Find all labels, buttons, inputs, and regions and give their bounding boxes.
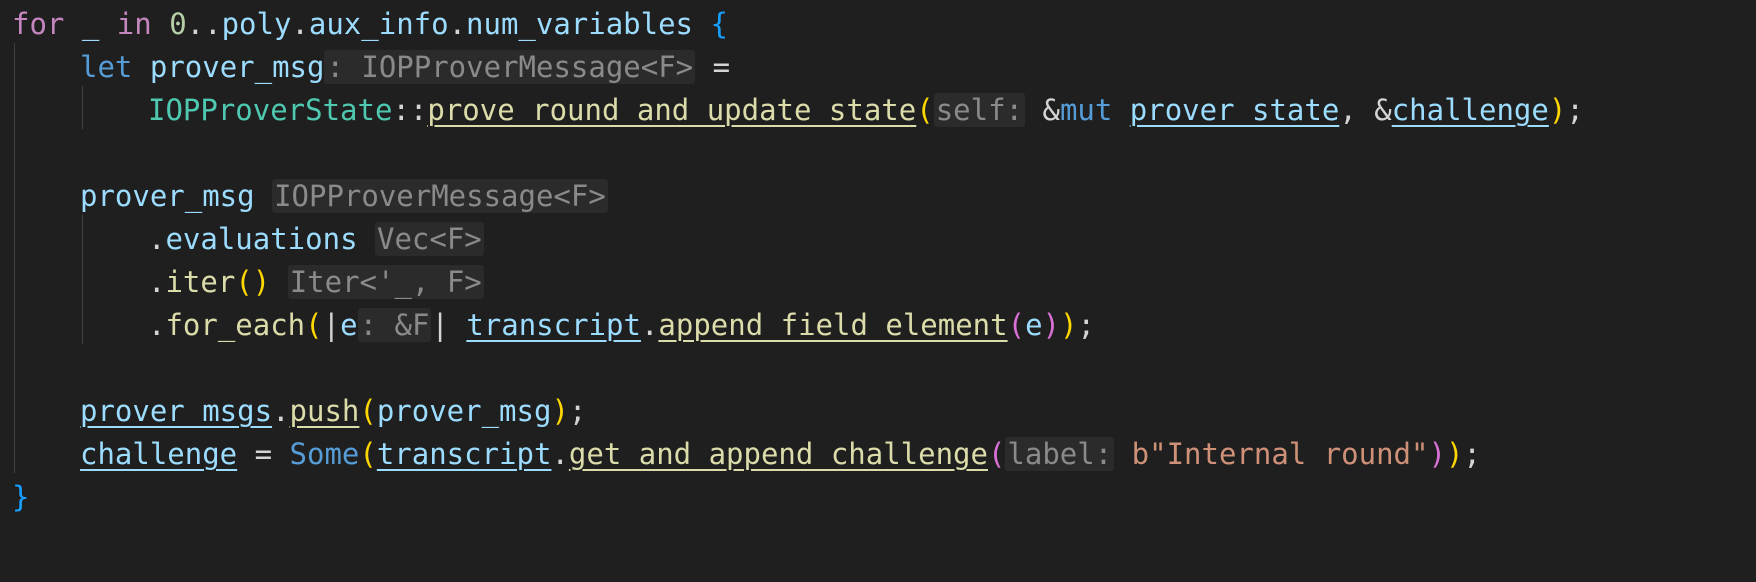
inlay-hint: IOPProverMessage<F> [272,179,608,213]
code-line[interactable]: IOPProverState::prove_round_and_update_s… [148,86,1584,134]
code-token[interactable]: ) [1446,437,1463,471]
code-token[interactable]: . [272,394,289,428]
code-token[interactable]: ( [916,93,933,127]
code-token[interactable]: challenge [1392,93,1549,127]
code-token[interactable]: IOPProverState [148,93,392,127]
code-token[interactable]: in [117,7,152,41]
code-token[interactable]: ( [1008,308,1025,342]
code-token[interactable]: ; [1463,437,1480,471]
inlay-hint: self: [933,93,1026,127]
code-token[interactable]: ) [1060,308,1077,342]
code-token[interactable]: ; [1077,308,1094,342]
code-token[interactable] [270,265,287,299]
code-token[interactable] [358,222,375,256]
inlay-hint: Iter<'_, F> [287,265,484,299]
code-line[interactable]: .iter() Iter<'_, F> [148,258,484,306]
code-line[interactable]: .evaluations Vec<F> [148,215,484,263]
code-token[interactable]: ) [551,394,568,428]
code-token[interactable]: num_variables [466,7,693,41]
code-token[interactable] [152,7,169,41]
code-token[interactable] [693,7,710,41]
code-token[interactable]: . [148,265,165,299]
code-token[interactable]: append_field_element [658,308,1007,342]
code-token[interactable]: ; [569,394,586,428]
code-editor[interactable]: for _ in 0..poly.aux_info.num_variables … [0,0,1756,582]
code-token[interactable]: . [641,308,658,342]
code-token[interactable]: prover_msg [377,394,552,428]
code-token[interactable]: aux_info [309,7,449,41]
code-token[interactable]: ( [988,437,1005,471]
code-token[interactable]: = [695,50,730,84]
code-token[interactable] [64,7,81,41]
code-line[interactable]: let prover_msg: IOPProverMessage<F> = [80,43,730,91]
code-token[interactable]: poly [222,7,292,41]
code-token[interactable]: , & [1339,93,1391,127]
code-token[interactable]: prover_msg [150,50,325,84]
code-line[interactable]: prover_msg IOPProverMessage<F> [80,172,608,220]
code-token[interactable]: evaluations [165,222,357,256]
code-token[interactable] [1112,93,1129,127]
code-token[interactable]: mut [1060,93,1112,127]
code-token[interactable]: . [291,7,308,41]
inlay-hint: : IOPProverMessage<F> [324,50,696,84]
code-token[interactable]: _ [82,7,99,41]
code-token[interactable]: . [148,308,165,342]
code-token[interactable]: push [290,394,360,428]
code-token[interactable]: () [235,265,270,299]
inlay-hint: : &F [357,308,432,342]
code-token[interactable]: .. [187,7,222,41]
code-token[interactable]: let [80,50,132,84]
indent-guide [82,215,83,344]
code-token[interactable]: . [449,7,466,41]
code-token[interactable] [255,179,272,213]
code-token[interactable]: = [237,437,289,471]
code-token[interactable]: prover_state [1130,93,1340,127]
code-token[interactable]: | [323,308,340,342]
code-token[interactable]: get_and_append_challenge [569,437,988,471]
code-line[interactable]: } [12,473,29,521]
code-token[interactable]: e [1025,308,1042,342]
code-token[interactable]: b"Internal round" [1132,437,1429,471]
indent-guide [82,86,83,129]
code-token[interactable]: for [12,7,64,41]
code-token[interactable]: } [12,480,29,514]
code-token[interactable]: . [148,222,165,256]
code-token[interactable]: ; [1566,93,1583,127]
code-token[interactable]: Some [290,437,360,471]
code-token[interactable]: ( [359,437,376,471]
code-line[interactable]: challenge = Some(transcript.get_and_appe… [80,430,1481,478]
code-token[interactable]: :: [392,93,427,127]
code-token[interactable] [132,50,149,84]
code-token[interactable]: ( [305,308,322,342]
code-token[interactable]: e [340,308,357,342]
code-line[interactable]: for _ in 0..poly.aux_info.num_variables … [12,0,728,48]
code-token[interactable]: & [1025,93,1059,127]
code-token[interactable]: prove_round_and_update_state [427,93,916,127]
code-token[interactable]: iter [165,265,235,299]
code-token[interactable]: prover_msg [80,179,255,213]
code-token[interactable]: transcript [466,308,641,342]
code-token[interactable]: . [551,437,568,471]
code-token[interactable]: ) [1043,308,1060,342]
code-token[interactable] [1114,437,1131,471]
code-token[interactable]: ) [1428,437,1445,471]
code-token[interactable]: { [711,7,728,41]
code-token[interactable]: | [431,308,466,342]
inlay-hint: Vec<F> [375,222,484,256]
code-token[interactable]: for_each [165,308,305,342]
code-token[interactable]: prover_msgs [80,394,272,428]
code-token[interactable]: ( [359,394,376,428]
indent-guide [14,43,15,473]
code-line[interactable]: prover_msgs.push(prover_msg); [80,387,586,435]
code-token[interactable]: challenge [80,437,237,471]
code-token[interactable]: ) [1549,93,1566,127]
code-token[interactable]: 0 [169,7,186,41]
code-line[interactable]: .for_each(|e: &F| transcript.append_fiel… [148,301,1095,349]
inlay-hint: label: [1005,437,1115,471]
code-token[interactable]: transcript [377,437,552,471]
code-token[interactable] [99,7,116,41]
